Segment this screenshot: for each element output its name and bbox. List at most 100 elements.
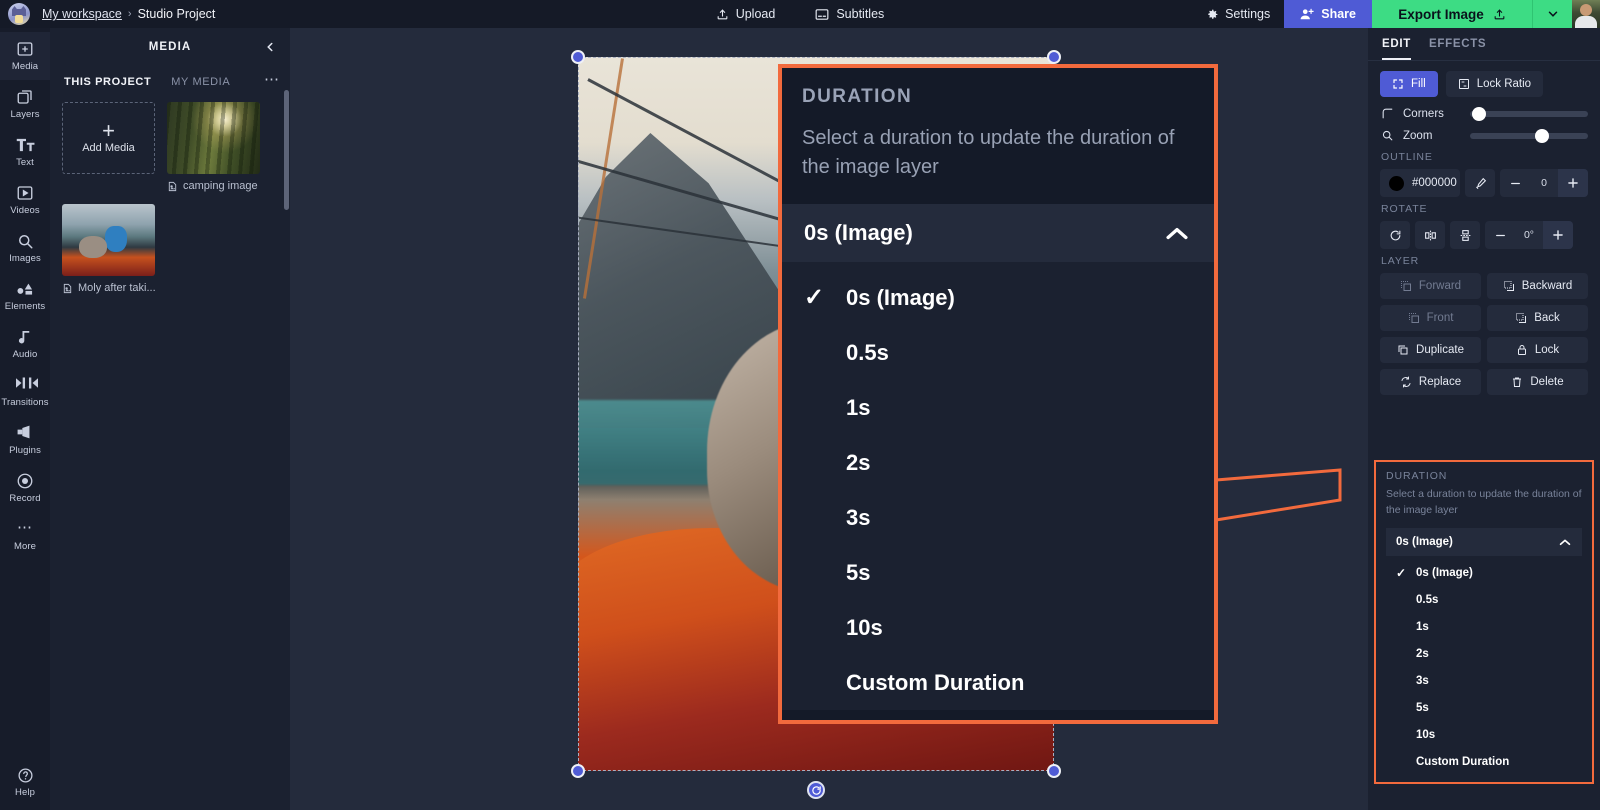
- panel-more-options-button[interactable]: ⋯: [264, 72, 280, 87]
- sidebar-item-elements[interactable]: Elements: [0, 272, 50, 320]
- callout-option-10s[interactable]: 10s: [782, 600, 1214, 655]
- callout-option-0s-image[interactable]: ✓ 0s (Image): [782, 270, 1214, 325]
- media-thumbnail[interactable]: [167, 102, 260, 174]
- text-icon: [16, 136, 35, 154]
- callout-option-label: 0s (Image): [846, 284, 955, 310]
- upload-button[interactable]: Upload: [710, 4, 782, 24]
- help-button[interactable]: Help: [0, 767, 50, 798]
- sidebar-item-more[interactable]: ⋯ More: [0, 512, 50, 560]
- media-panel-scrollbar[interactable]: [284, 90, 289, 210]
- outline-section-label: OUTLINE: [1381, 151, 1433, 163]
- rotate-handle[interactable]: [807, 781, 825, 799]
- sidebar-item-plugins[interactable]: Plugins: [0, 416, 50, 464]
- layer-backward-button[interactable]: Backward: [1487, 273, 1588, 299]
- rotate-button[interactable]: [1380, 221, 1410, 249]
- sidebar-item-transitions[interactable]: Transitions: [0, 368, 50, 416]
- sidebar-item-layers[interactable]: Layers: [0, 80, 50, 128]
- layer-back-button[interactable]: Back: [1487, 305, 1588, 331]
- duration-option-custom-duration[interactable]: Custom Duration: [1386, 749, 1582, 776]
- outline-width-stepper[interactable]: 0: [1500, 169, 1588, 197]
- duration-option-label: 1s: [1416, 621, 1429, 633]
- layer-front-button[interactable]: Front: [1380, 305, 1481, 331]
- flip-horizontal-button[interactable]: [1415, 221, 1445, 249]
- user-avatar[interactable]: [1572, 0, 1600, 28]
- callout-option-0-5s[interactable]: 0.5s: [782, 325, 1214, 380]
- export-label: Export Image: [1398, 6, 1484, 22]
- callout-option-label: 5s: [846, 559, 871, 585]
- duration-option-0s-image[interactable]: ✓ 0s (Image): [1386, 560, 1582, 587]
- duration-option-3s[interactable]: 3s: [1386, 668, 1582, 695]
- audio-icon: [16, 328, 34, 346]
- breadcrumb-project[interactable]: Studio Project: [138, 7, 216, 21]
- callout-option-5s[interactable]: 5s: [782, 545, 1214, 600]
- tab-my-media[interactable]: MY MEDIA: [171, 76, 230, 88]
- gear-icon: [1206, 8, 1219, 21]
- tab-this-project[interactable]: THIS PROJECT: [64, 76, 151, 88]
- callout-option-custom-duration[interactable]: Custom Duration: [782, 655, 1214, 710]
- layer-delete-button[interactable]: Delete: [1487, 369, 1588, 395]
- layers-icon: [16, 88, 34, 106]
- media-item: Moly after taki...: [62, 204, 155, 294]
- eyedropper-button[interactable]: [1465, 169, 1495, 197]
- fill-button[interactable]: Fill: [1380, 71, 1438, 97]
- layer-replace-button[interactable]: Replace: [1380, 369, 1481, 395]
- share-label: Share: [1321, 7, 1356, 21]
- outline-color-button[interactable]: #000000: [1380, 169, 1460, 197]
- duration-option-10s[interactable]: 10s: [1386, 722, 1582, 749]
- corners-slider[interactable]: [1470, 106, 1588, 121]
- sidebar-label-images: Images: [9, 253, 41, 264]
- outline-decrease-button[interactable]: [1500, 169, 1530, 197]
- outline-controls-row: #000000 0: [1380, 169, 1588, 197]
- callout-header: DURATION Select a duration to update the…: [782, 68, 1214, 182]
- media-tabs: THIS PROJECT MY MEDIA: [64, 76, 278, 88]
- sidebar-item-images[interactable]: Images: [0, 224, 50, 272]
- rotate-decrease-button[interactable]: [1485, 221, 1515, 249]
- callout-option-3s[interactable]: 3s: [782, 490, 1214, 545]
- layer-lock-button[interactable]: Lock: [1487, 337, 1588, 363]
- breadcrumb-workspace[interactable]: My workspace: [42, 7, 122, 21]
- send-to-back-icon: [1515, 312, 1527, 324]
- lock-ratio-button[interactable]: Lock Ratio: [1445, 71, 1544, 97]
- callout-option-2s[interactable]: 2s: [782, 435, 1214, 490]
- sidebar-item-videos[interactable]: Videos: [0, 176, 50, 224]
- tab-edit[interactable]: EDIT: [1382, 38, 1411, 60]
- duration-option-label: 10s: [1416, 729, 1436, 741]
- upload-icon: [716, 8, 729, 21]
- sidebar-item-audio[interactable]: Audio: [0, 320, 50, 368]
- export-options-caret[interactable]: [1532, 0, 1572, 28]
- settings-button[interactable]: Settings: [1198, 3, 1278, 25]
- duration-select[interactable]: 0s (Image): [1386, 527, 1582, 556]
- panel-title: MEDIA: [148, 41, 192, 53]
- tab-effects[interactable]: EFFECTS: [1429, 38, 1486, 60]
- media-panel-header: MEDIA: [50, 28, 290, 66]
- collapse-panel-button[interactable]: [260, 37, 280, 57]
- resize-handle-bottom-right: [1047, 764, 1061, 778]
- export-image-button[interactable]: Export Image: [1372, 0, 1532, 28]
- media-thumbnail[interactable]: [62, 204, 155, 276]
- rotate-increase-button[interactable]: [1543, 221, 1573, 249]
- add-media-button[interactable]: + Add Media: [62, 102, 155, 174]
- sidebar-item-record[interactable]: Record: [0, 464, 50, 512]
- rotate-angle-stepper[interactable]: 0°: [1485, 221, 1573, 249]
- color-swatch: [1389, 175, 1404, 191]
- duration-option-5s[interactable]: 5s: [1386, 695, 1582, 722]
- callout-duration-select[interactable]: 0s (Image): [782, 204, 1214, 262]
- sidebar-item-media[interactable]: Media: [0, 32, 50, 80]
- duration-option-1s[interactable]: 1s: [1386, 614, 1582, 641]
- corners-slider-knob[interactable]: [1472, 106, 1486, 121]
- layer-forward-button[interactable]: Forward: [1380, 273, 1481, 299]
- top-toolbar: My workspace › Studio Project Upload Sub…: [0, 0, 1600, 28]
- duration-option-0-5s[interactable]: 0.5s: [1386, 587, 1582, 614]
- subtitles-button[interactable]: Subtitles: [809, 4, 890, 24]
- zoom-slider-knob[interactable]: [1534, 128, 1549, 143]
- outline-increase-button[interactable]: [1558, 169, 1588, 197]
- duration-option-label: 5s: [1416, 702, 1429, 714]
- sidebar-item-text[interactable]: Text: [0, 128, 50, 176]
- layer-duplicate-button[interactable]: Duplicate: [1380, 337, 1481, 363]
- share-button[interactable]: Share: [1284, 0, 1372, 28]
- flip-vertical-button[interactable]: [1450, 221, 1480, 249]
- callout-option-1s[interactable]: 1s: [782, 380, 1214, 435]
- zoom-slider[interactable]: [1470, 128, 1588, 143]
- duration-option-2s[interactable]: 2s: [1386, 641, 1582, 668]
- check-icon: ✓: [804, 284, 825, 311]
